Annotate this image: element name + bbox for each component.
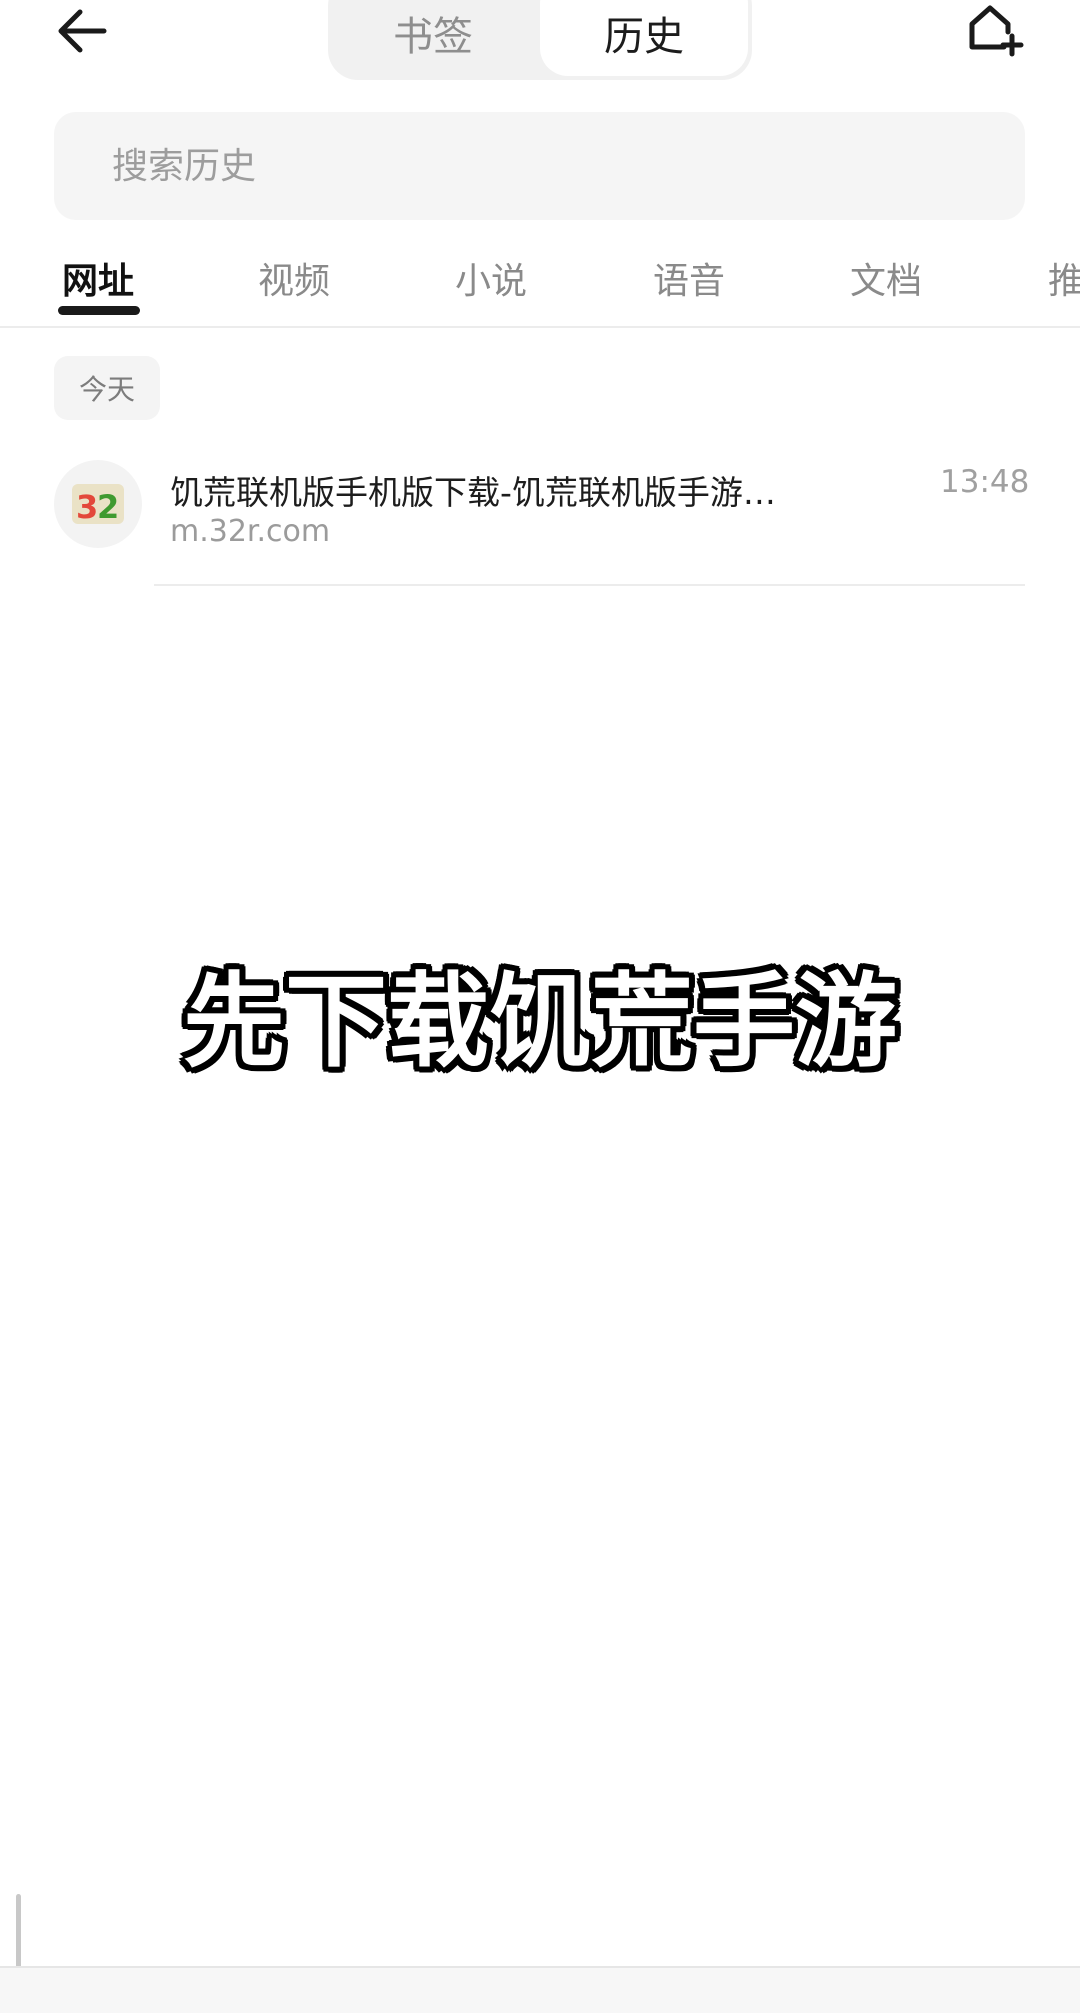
arrow-left-icon: [58, 9, 107, 53]
divider: [154, 584, 1025, 586]
category-tabs: 网址 视频 小说 语音 文档 推: [0, 240, 1080, 328]
tab-urls[interactable]: 网址: [62, 252, 134, 304]
history-item-url: m.32r.com: [170, 514, 331, 549]
bottom-bar: [0, 1966, 1080, 2013]
site-favicon: 3 2: [54, 460, 142, 548]
tab-documents[interactable]: 文档: [850, 252, 922, 304]
home-plus-icon: [969, 5, 1024, 57]
add-home-button[interactable]: [960, 0, 1030, 60]
overlay-caption: 先下载饥荒手游: [183, 963, 897, 1082]
history-list-item[interactable]: 3 2 饥荒联机版手机版下载-饥荒联机版手游… m.32r.com 13:48: [0, 448, 1080, 586]
tab-novels[interactable]: 小说: [455, 252, 527, 304]
bookmark-history-switch: 书签 历史: [328, 0, 752, 80]
history-page: 书签 历史 网址 视频 小说 语音 文档 推 今天 3 2 饥荒联机版手机版下: [0, 0, 1080, 2013]
tab-audio[interactable]: 语音: [653, 252, 725, 304]
back-button[interactable]: [50, 2, 114, 60]
history-tab[interactable]: 历史: [540, 0, 748, 76]
history-item-title: 饥荒联机版手机版下载-饥荒联机版手游…: [170, 473, 776, 512]
tab-videos[interactable]: 视频: [258, 252, 330, 304]
tab-recommended[interactable]: 推: [1048, 252, 1080, 304]
site-logo-icon: 3 2: [72, 484, 124, 526]
history-item-time: 13:48: [940, 464, 1030, 500]
svg-text:3: 3: [76, 488, 98, 526]
date-section-label: 今天: [54, 356, 160, 420]
bookmarks-tab[interactable]: 书签: [328, 0, 538, 76]
svg-text:2: 2: [97, 488, 119, 526]
search-history-field[interactable]: [54, 112, 1025, 220]
active-tab-indicator: [58, 306, 140, 315]
search-input[interactable]: [110, 144, 1025, 188]
